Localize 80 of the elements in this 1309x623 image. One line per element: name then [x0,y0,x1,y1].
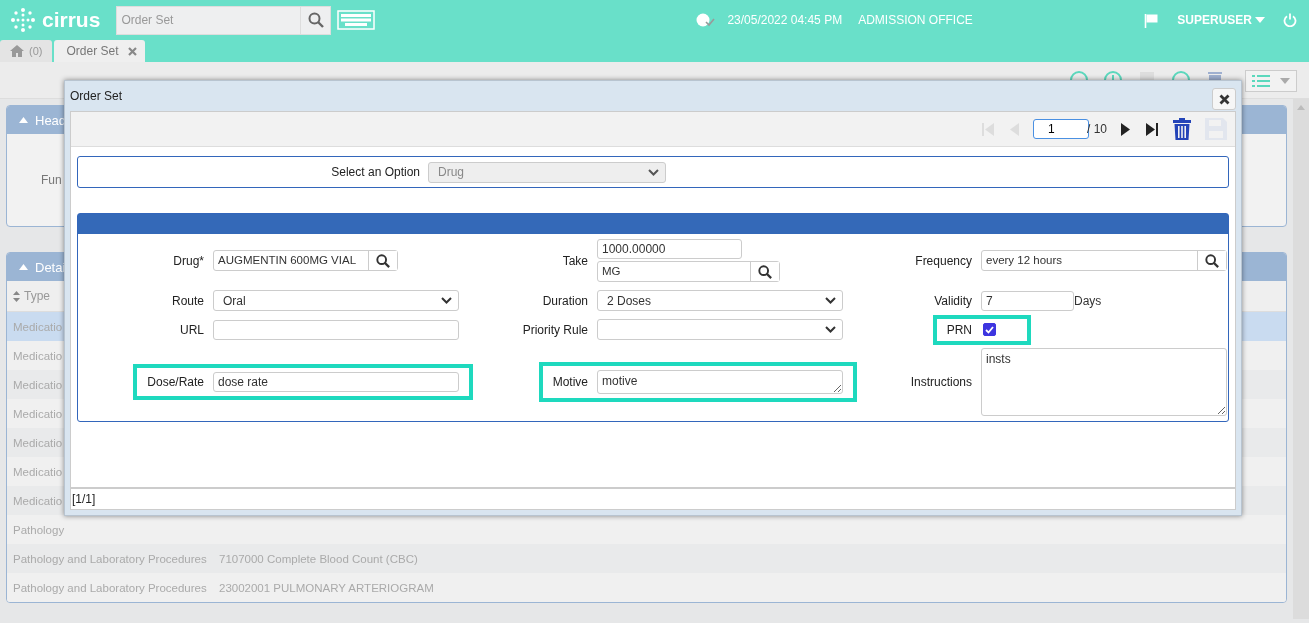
scrollbar[interactable] [1293,99,1309,619]
text-field[interactable]: dose rate [213,372,459,392]
close-icon[interactable] [128,46,138,56]
field-label: PRN [946,322,972,337]
caret-icon [1255,17,1265,23]
field-label: Drug* [173,253,204,268]
dropdown[interactable]: Oral [213,290,459,311]
list-icon [1252,74,1270,88]
table-cell: Medicatio [13,349,63,362]
table-cell: Medicatio [13,465,63,478]
chevron-icon [825,326,836,333]
scroll-up-icon[interactable] [1297,105,1305,110]
field-label: Dose/Rate [147,375,204,389]
sort-icon[interactable] [13,290,20,302]
table-cell: Medicatio [13,436,63,449]
field-label: Frequency [915,253,972,268]
collapse-icon[interactable] [19,117,28,123]
table-cell-text: 23002001 PULMONARY ARTERIOGRAM [218,581,434,594]
search-field[interactable]: Order Set [116,5,302,35]
search-icon [376,253,390,268]
lookup-field[interactable]: every 12 hours [981,250,1227,271]
collapse-icon[interactable] [19,264,28,270]
keyboard-icon[interactable] [337,10,376,30]
page-total: / 10 [1087,122,1107,136]
next-page-icon[interactable] [1121,122,1131,136]
field-label: Validity [934,293,972,308]
text-area[interactable]: insts [981,348,1227,416]
date-time: 23/05/2022 04:45 PM [727,13,843,27]
text-field[interactable] [213,319,459,340]
table-cell: Medicatio [13,494,63,507]
power-icon[interactable] [1283,13,1297,27]
tab[interactable]: Order Set [54,40,146,62]
lookup-field[interactable]: MG [597,261,780,282]
search-button[interactable] [750,262,779,281]
search-icon [307,12,324,28]
table-cell: Medicatio [13,407,63,420]
dropdown[interactable]: 2 Doses [597,290,843,311]
table-cell: Pathology [13,523,65,536]
list-view-button[interactable] [1245,70,1297,92]
caret-icon [1280,78,1290,84]
checkbox[interactable] [983,323,996,336]
field-label: Fun [41,173,62,187]
logo-icon [10,7,36,33]
field-label: Take [562,253,588,268]
field-label: Route [171,293,204,308]
field-label: URL [180,322,204,337]
field-label: Select an Option [330,165,420,179]
dialog-title: Order Set [70,89,123,103]
table-cell-text: Pathology and Laboratory Procedures [13,581,208,594]
table-cell-text: 7107000 Complete Blood Count (CBC) [218,552,418,565]
close-button[interactable] [1212,88,1236,110]
field-label: Motive [552,375,588,389]
chevron-icon [825,297,836,304]
field-label: Duration [542,293,588,308]
home-icon [10,45,24,57]
close-icon [1218,93,1230,105]
search-icon [758,264,772,279]
unit-text: Days [1074,293,1102,308]
globe-icon [695,12,716,28]
search-button[interactable] [1197,251,1226,270]
field-label: Priority Rule [522,322,588,337]
table-cell: Medicatio [13,320,63,333]
table-cell-text: Pathology and Laboratory Procedures [13,552,208,565]
text-field[interactable]: 1000.00000 [597,239,742,259]
search-button[interactable] [368,251,397,270]
field-label: Instructions [910,375,972,389]
flag-icon[interactable] [1144,12,1160,28]
lookup-field[interactable]: AUGMENTIN 600MG VIAL [213,250,398,271]
logo-text: cirrus [42,8,101,32]
trash-icon[interactable] [1173,118,1191,140]
record-count: [1/1] [72,492,96,506]
text-field[interactable]: 7 [981,290,1074,311]
dropdown[interactable] [597,319,843,340]
search-icon [1205,253,1219,268]
location-text: ADMISSION OFFICE [858,13,973,27]
text-area[interactable]: motive [597,370,843,394]
chevron-icon [441,297,452,304]
last-page-icon[interactable] [1145,122,1159,136]
table-cell: Medicatio [13,378,63,391]
chevron-icon [648,168,659,176]
